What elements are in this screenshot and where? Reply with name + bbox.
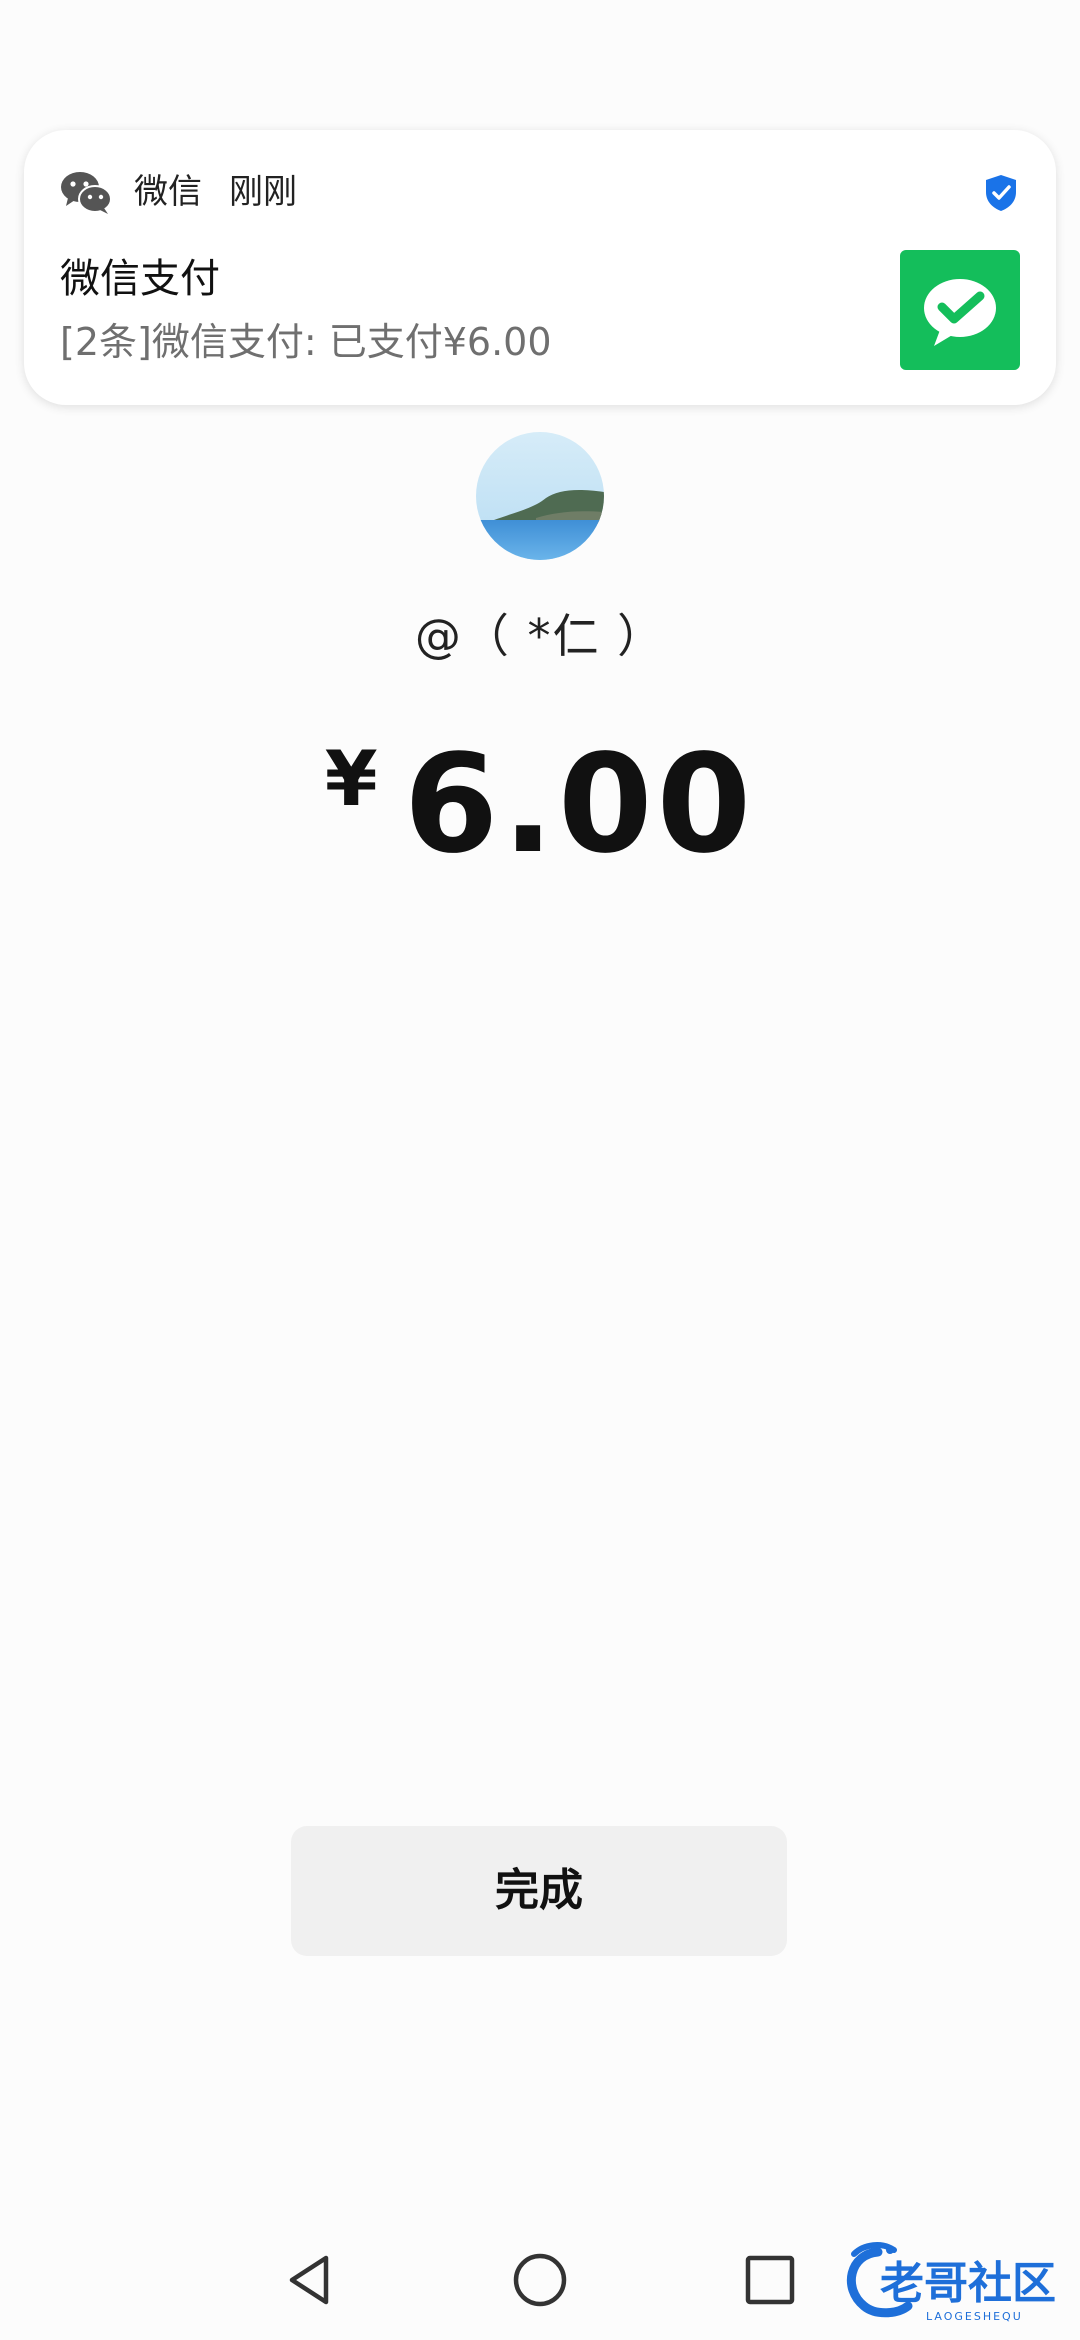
payee-name: @（ *仁 ） xyxy=(414,609,666,663)
payment-success-screen: 微信 刚刚 微信支付 [2条]微信支付: 已支付¥6.00 @（ *仁 ） ¥ … xyxy=(0,0,1080,2340)
done-button[interactable]: 完成 xyxy=(291,1826,787,1956)
payment-amount: ¥6.00 xyxy=(0,730,1080,880)
notification-app-name: 微信 xyxy=(134,172,202,212)
verified-shield-icon xyxy=(986,175,1016,211)
wechat-logo-icon xyxy=(61,172,112,214)
watermark-text: 老哥社区 xyxy=(880,2258,1056,2309)
notification-banner[interactable]: 微信 刚刚 微信支付 [2条]微信支付: 已支付¥6.00 xyxy=(24,130,1056,405)
amount-value: 6.00 xyxy=(403,726,756,884)
recents-square-icon[interactable] xyxy=(730,2240,810,2320)
notification-body: [2条]微信支付: 已支付¥6.00 xyxy=(60,320,552,364)
home-circle-icon[interactable] xyxy=(500,2240,580,2320)
currency-symbol: ¥ xyxy=(324,734,378,823)
payee-avatar xyxy=(476,432,604,560)
back-triangle-icon[interactable] xyxy=(270,2240,350,2320)
notification-time: 刚刚 xyxy=(229,172,297,212)
watermark-logo: 老哥社区 LAOGESHEQU xyxy=(838,2240,1070,2326)
notification-title: 微信支付 xyxy=(60,256,220,302)
wechat-pay-icon xyxy=(900,250,1020,370)
watermark-subtext: LAOGESHEQU xyxy=(926,2310,1023,2323)
